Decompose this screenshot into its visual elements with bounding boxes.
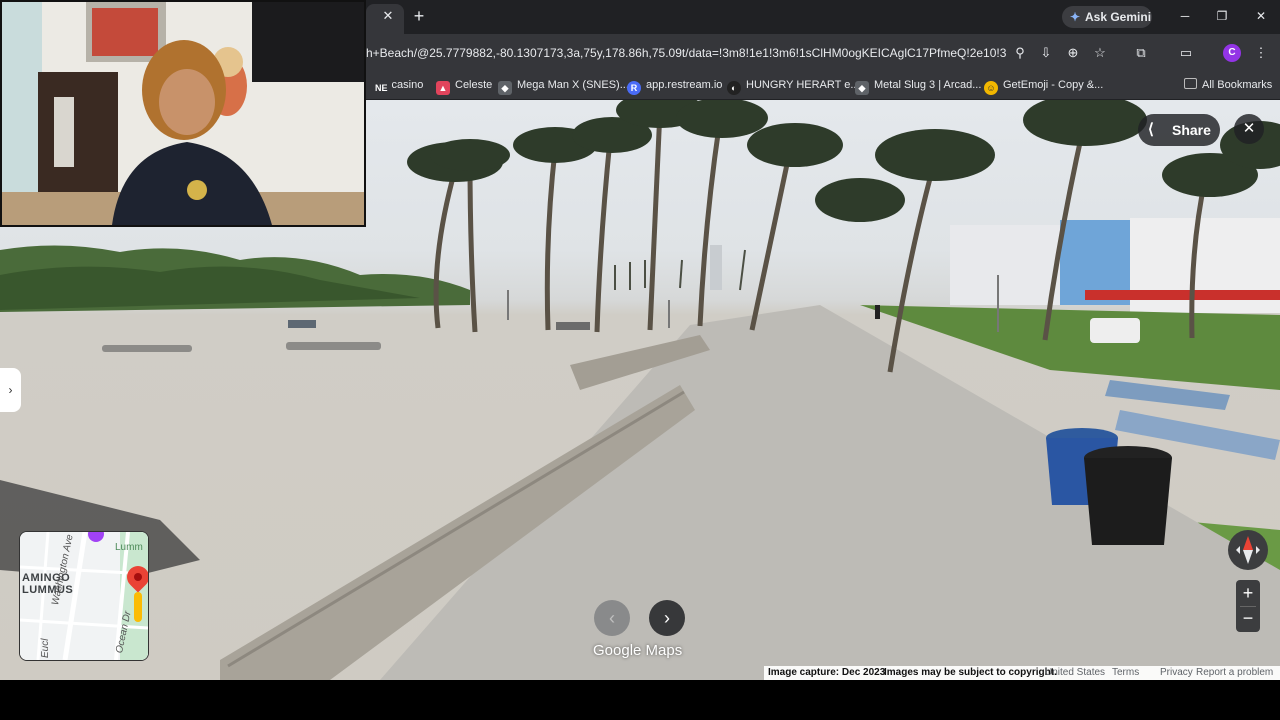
letterbox-bar	[0, 680, 1280, 720]
bookmark-icon: NE	[375, 81, 388, 95]
window-close-button[interactable]: ✕	[1251, 6, 1271, 26]
gemini-icon: ✦	[1070, 10, 1081, 24]
bookmark-label: GetEmoji - Copy &...	[1003, 79, 1104, 91]
tab-close-icon[interactable]: ✕	[380, 8, 396, 24]
brand-maps: Maps	[645, 642, 683, 659]
next-button[interactable]: ›	[649, 600, 685, 636]
screen: ✕ + ✦ Ask Gemini ─ ❐ ✕ h+Beach/@25.77798…	[0, 0, 1280, 720]
bookmark-getemoji[interactable]: ☺ GetEmoji - Copy &...	[984, 76, 1104, 95]
bookmark-label: Celeste	[455, 79, 493, 91]
bench	[286, 342, 381, 350]
pegman-icon	[134, 592, 142, 622]
share-icon: ⟨	[1148, 121, 1154, 138]
building	[950, 225, 1060, 305]
ask-gemini-button[interactable]: ✦ Ask Gemini	[1062, 6, 1152, 28]
folder-icon	[1184, 78, 1197, 89]
bookmark-restream[interactable]: Rapp.restream.io	[627, 76, 723, 95]
minimap-area-label: Lumm	[115, 542, 143, 553]
map-footer: Image capture: Dec 2023 Images may be su…	[764, 666, 1280, 680]
share-label: Share	[1172, 122, 1211, 138]
share-button[interactable]: ⟨ Share	[1138, 114, 1220, 146]
country-link[interactable]: United States	[1045, 666, 1105, 680]
new-tab-button[interactable]: +	[410, 7, 428, 25]
brand-google: Google	[593, 642, 642, 659]
bookmark-icon: ◆	[855, 81, 869, 95]
bookmark-label: Metal Slug 3 | Arcad...	[874, 79, 982, 91]
bookmark-label: casino	[391, 79, 424, 91]
bookmark-icon: ◆	[498, 81, 512, 95]
bookmark-icon: R	[627, 81, 641, 95]
tab-search-icon[interactable]: ▭	[1177, 44, 1195, 62]
install-app-icon[interactable]: ⇩	[1037, 44, 1055, 62]
privacy-link[interactable]: Privacy	[1160, 666, 1193, 680]
bookmark-casino[interactable]: NE casino	[375, 76, 424, 95]
bookmark-metal-slug[interactable]: ◆ Metal Slug 3 | Arcad...	[855, 76, 982, 95]
minimap-area-label: LUMMUS	[22, 584, 74, 596]
zoom-icon[interactable]: ⊕	[1064, 44, 1082, 62]
terms-link[interactable]: Terms	[1112, 666, 1139, 680]
report-problem-link[interactable]: Report a problem	[1196, 666, 1273, 680]
profile-avatar[interactable]: C	[1223, 44, 1241, 62]
bookmark-icon: ☺	[984, 81, 998, 95]
bookmark-icon: ◐	[727, 81, 741, 95]
bookmark-label: Mega Man X (SNES)...	[517, 79, 629, 91]
menu-kebab-icon[interactable]: ⋮	[1252, 44, 1270, 62]
compass-icon[interactable]	[1228, 530, 1268, 570]
webcam-overlay	[0, 0, 366, 227]
bench	[102, 345, 192, 352]
bench	[1105, 380, 1230, 410]
bookmark-label: HUNGRY HERART e...	[746, 79, 860, 91]
image-capture-date: Image capture: Dec 2023	[768, 667, 886, 678]
location-icon[interactable]: ⚲	[1011, 44, 1029, 62]
distant-tower	[710, 245, 722, 290]
zoom-out-button[interactable]: −	[1236, 608, 1260, 630]
minimap-street-label: Eucl	[40, 638, 51, 658]
google-maps-logo: Google Maps	[593, 642, 693, 662]
ask-gemini-label: Ask Gemini	[1085, 10, 1152, 24]
address-bar[interactable]: h+Beach/@25.7779882,-80.1307173,3a,75y,1…	[366, 40, 1006, 66]
side-panel-toggle[interactable]: ›	[0, 368, 21, 412]
compass-needle	[1236, 536, 1260, 564]
bookmark-label: app.restream.io	[646, 79, 723, 91]
restore-button[interactable]: ❐	[1212, 6, 1232, 26]
previous-button[interactable]: ‹	[594, 600, 630, 636]
bookmark-star-icon[interactable]: ☆	[1091, 44, 1109, 62]
zoom-divider	[1240, 606, 1256, 607]
bookmark-celeste[interactable]: ▲ Celeste	[436, 76, 493, 95]
bookmark-hungry-herart[interactable]: ◐ HUNGRY HERART e...	[727, 76, 860, 95]
close-street-view-button[interactable]: ✕	[1234, 114, 1264, 144]
copyright-notice: Images may be subject to copyright.	[884, 667, 1057, 678]
all-bookmarks-label: All Bookmarks	[1202, 79, 1273, 91]
bookmark-icon: ▲	[436, 81, 450, 95]
bookmark-megaman[interactable]: ◆ Mega Man X (SNES)...	[498, 76, 629, 95]
webcam-feed	[2, 2, 364, 225]
extensions-icon[interactable]: ⧉	[1132, 44, 1150, 62]
all-bookmarks[interactable]: All Bookmarks	[1184, 76, 1272, 94]
minimap[interactable]: AMINGO LUMMUS Lumm Washington Ave Ocean …	[19, 531, 149, 661]
awning	[1085, 290, 1280, 300]
zoom-in-button[interactable]: +	[1236, 582, 1260, 604]
zoom-control: + −	[1236, 580, 1260, 632]
minimize-button[interactable]: ─	[1175, 6, 1195, 26]
